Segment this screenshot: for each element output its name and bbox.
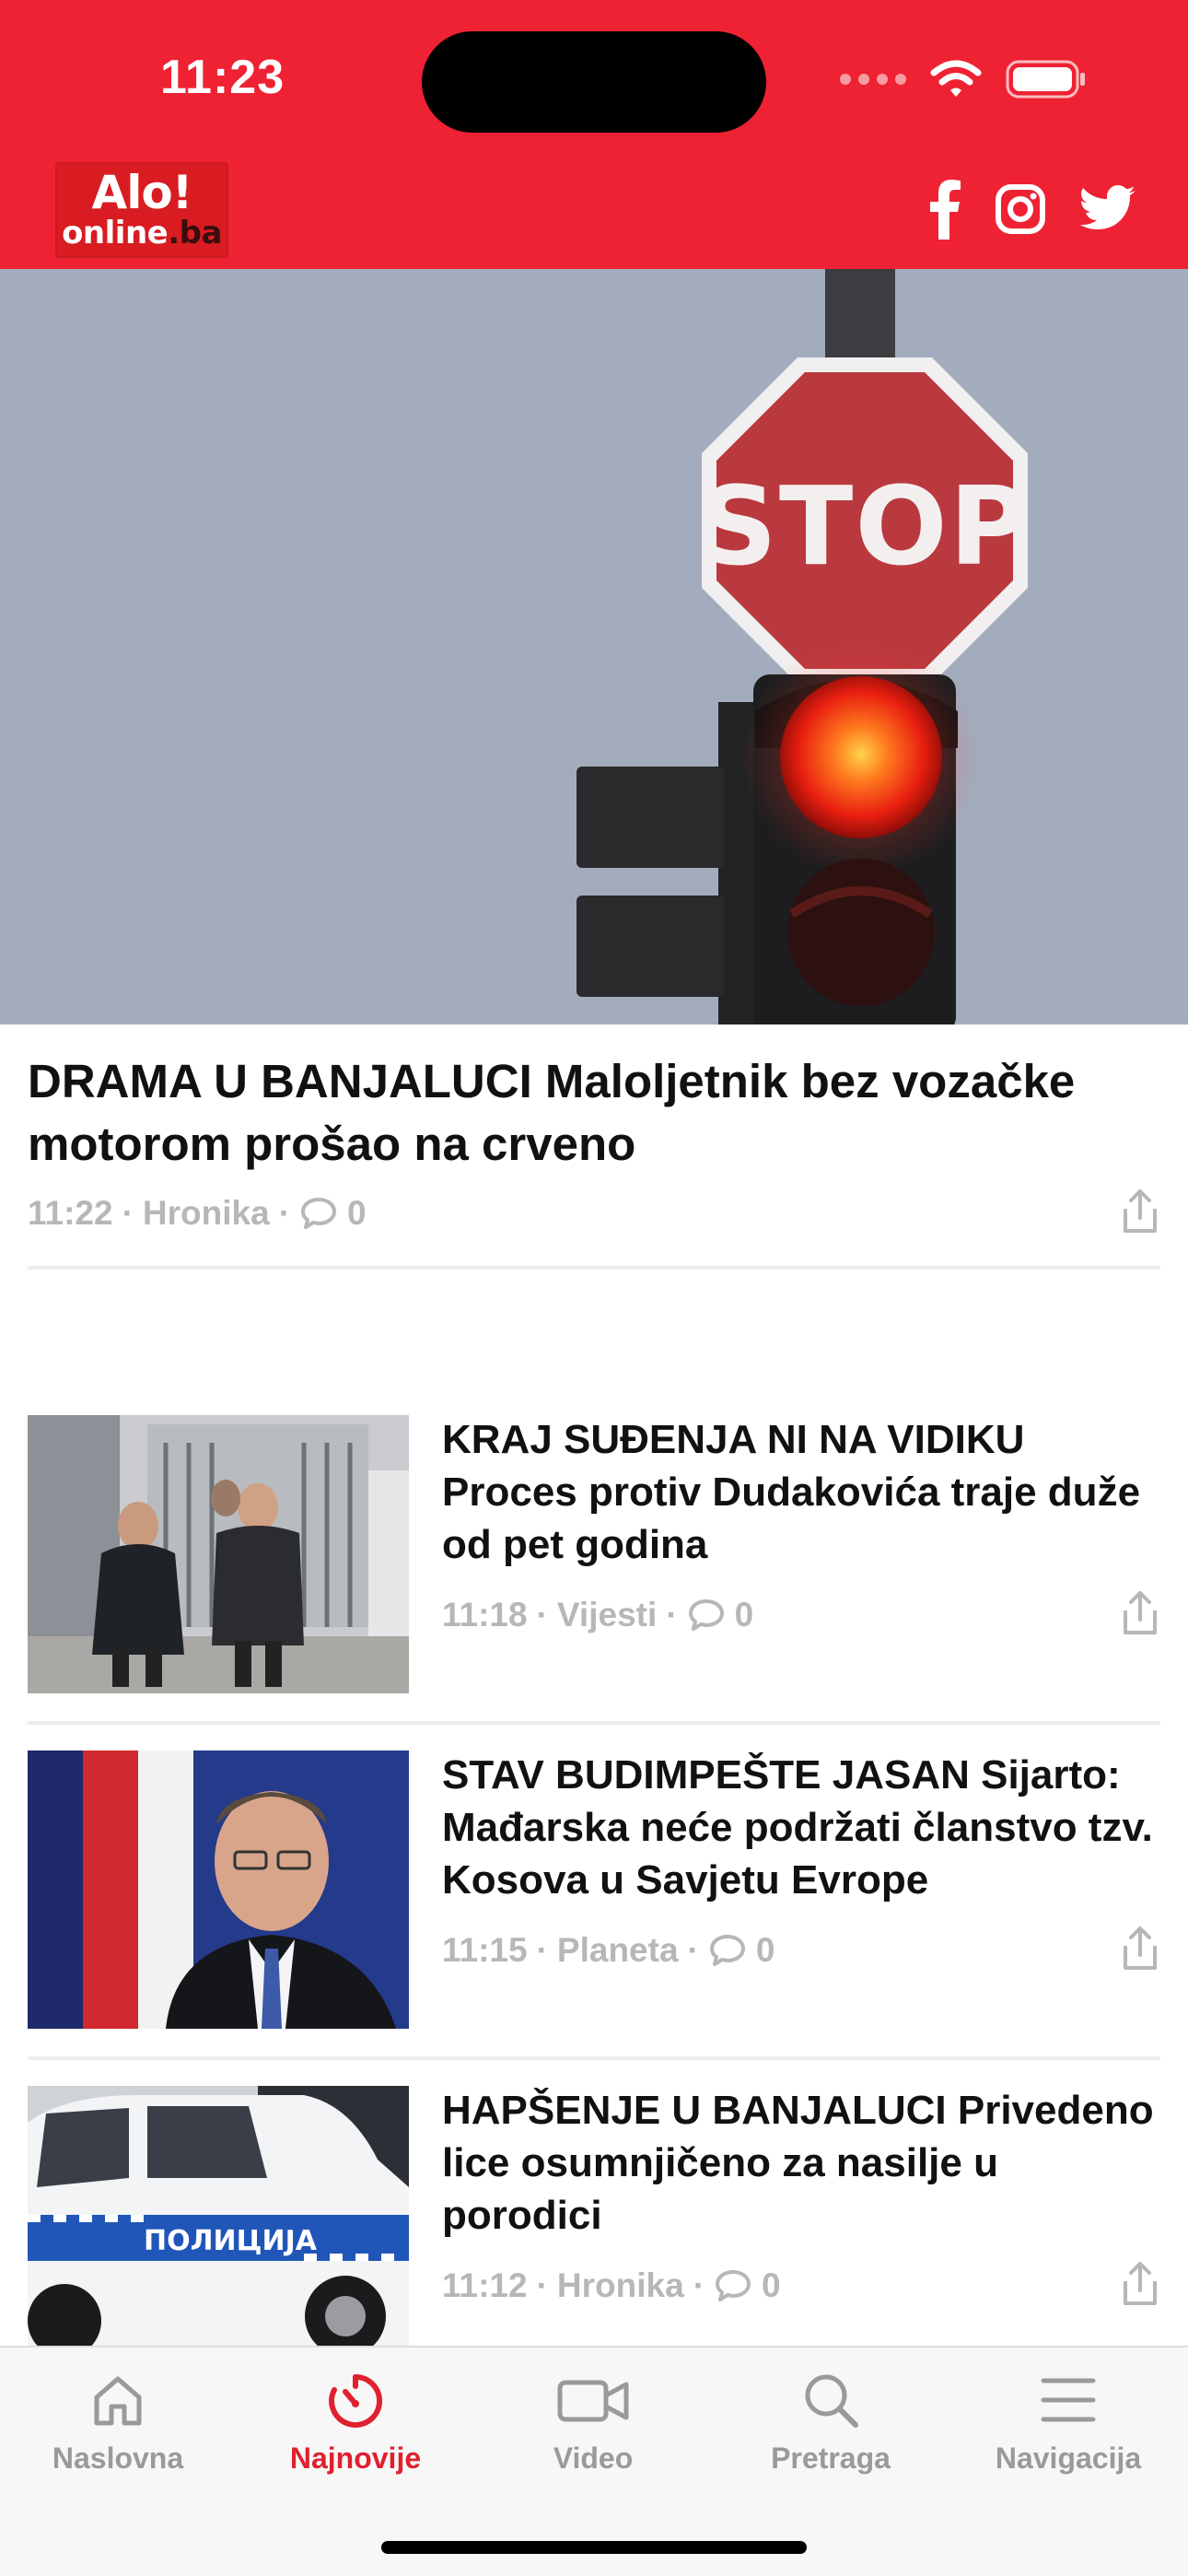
divider <box>28 2056 1160 2060</box>
status-time: 11:23 <box>160 51 285 104</box>
share-button[interactable] <box>1120 2261 1160 2313</box>
comment-icon <box>709 1935 745 1966</box>
article-time: 11:12 <box>442 2266 528 2304</box>
logo-top-text: Alo! <box>91 166 193 219</box>
logo-bottom-text: online.ba <box>62 216 222 251</box>
comment-count: 0 <box>734 1596 754 1633</box>
article-title[interactable]: HAPŠENJE U BANJALUCI Privedeno lice osum… <box>442 2084 1160 2242</box>
article-meta: 11:15 · Planeta · 0 <box>442 1931 775 1970</box>
instagram-icon[interactable] <box>995 175 1046 243</box>
comment-count: 0 <box>347 1194 367 1232</box>
divider <box>28 1721 1160 1725</box>
article-time: 11:22 <box>28 1194 113 1232</box>
site-logo[interactable]: Alo! online.ba <box>55 162 228 258</box>
comment-count: 0 <box>762 2266 781 2304</box>
article-category: Vijesti <box>556 1596 658 1633</box>
meta-separator: · <box>278 1194 291 1232</box>
video-icon <box>557 2380 629 2422</box>
comment-icon <box>301 1198 337 1229</box>
dynamic-island <box>422 31 766 133</box>
article-thumbnail[interactable] <box>28 1751 409 2029</box>
tab-label: Video <box>553 2441 634 2475</box>
search-icon <box>805 2374 858 2428</box>
social-links <box>928 175 1136 243</box>
article-thumbnail[interactable]: ПОЛИЦИЈА <box>28 2086 409 2346</box>
article-time: 11:15 <box>442 1931 528 1969</box>
article-category: Hronika <box>142 1194 270 1232</box>
app-header: 11:23 Alo! online.ba <box>0 0 1188 269</box>
comment-icon <box>688 1599 724 1631</box>
article-time: 11:18 <box>442 1596 528 1633</box>
clock-icon <box>329 2374 383 2428</box>
logo-domain-text: online <box>62 215 169 252</box>
meta-separator: · <box>536 2266 548 2304</box>
lead-article-image[interactable]: STOP <box>0 269 1188 1025</box>
logo-tld-text: .ba <box>168 215 222 252</box>
lead-article-meta: 11:22 · Hronika · 0 <box>28 1194 367 1233</box>
tab-label: Pretraga <box>771 2441 891 2475</box>
share-icon <box>1124 1189 1157 1233</box>
article-thumbnail[interactable] <box>28 1415 409 1693</box>
share-button[interactable] <box>1120 1590 1160 1643</box>
meta-separator: · <box>122 1194 134 1232</box>
lead-article-title[interactable]: DRAMA U BANJALUCI Maloljetnik bez vozačk… <box>28 1050 1160 1176</box>
meta-separator: · <box>693 2266 705 2304</box>
comment-icon <box>716 2270 751 2301</box>
share-button[interactable] <box>1120 1926 1160 1978</box>
share-button[interactable] <box>1120 1188 1160 1241</box>
article-category: Planeta <box>556 1931 679 1969</box>
facebook-icon[interactable] <box>928 175 961 243</box>
meta-separator: · <box>687 1931 699 1969</box>
wifi-icon <box>930 60 982 97</box>
tab-navigacija[interactable]: Navigacija <box>958 2370 1179 2476</box>
home-icon <box>94 2376 142 2426</box>
home-indicator <box>381 2541 807 2554</box>
police-car-text: ПОЛИЦИЈА <box>144 2225 318 2257</box>
tab-label: Najnovije <box>289 2441 422 2475</box>
status-icons <box>840 57 1087 101</box>
battery-icon <box>1006 60 1085 99</box>
share-icon <box>1124 2262 1157 2305</box>
article-category: Hronika <box>556 2266 684 2304</box>
share-icon <box>1124 1591 1157 1634</box>
comment-count: 0 <box>755 1931 775 1969</box>
twitter-icon[interactable] <box>1079 175 1136 243</box>
tab-naslovna[interactable]: Naslovna <box>7 2370 228 2476</box>
menu-icon <box>1041 2378 1096 2422</box>
share-icon <box>1124 1926 1157 1970</box>
tab-label: Naslovna <box>52 2441 184 2475</box>
article-title[interactable]: STAV BUDIMPEŠTE JASAN Sijarto: Mađarska … <box>442 1749 1160 1906</box>
meta-separator: · <box>666 1596 678 1633</box>
divider <box>28 1266 1160 1270</box>
stop-sign-text: STOP <box>699 463 1031 590</box>
tab-video[interactable]: Video <box>483 2370 704 2476</box>
article-meta: 11:12 · Hronika · 0 <box>442 2266 781 2305</box>
lead-article[interactable]: DRAMA U BANJALUCI Maloljetnik bez vozačk… <box>28 1050 1160 1176</box>
article-meta: 11:18 · Vijesti · 0 <box>442 1596 753 1634</box>
meta-separator: · <box>536 1931 548 1969</box>
tab-najnovije[interactable]: Najnovije <box>245 2370 466 2476</box>
tab-label: Navigacija <box>995 2441 1142 2475</box>
article-title[interactable]: KRAJ SUĐENJA NI NA VIDIKU Proces protiv … <box>442 1413 1160 1571</box>
tab-pretraga[interactable]: Pretraga <box>720 2370 941 2476</box>
cellular-signal-icon <box>840 74 906 85</box>
meta-separator: · <box>536 1596 548 1633</box>
